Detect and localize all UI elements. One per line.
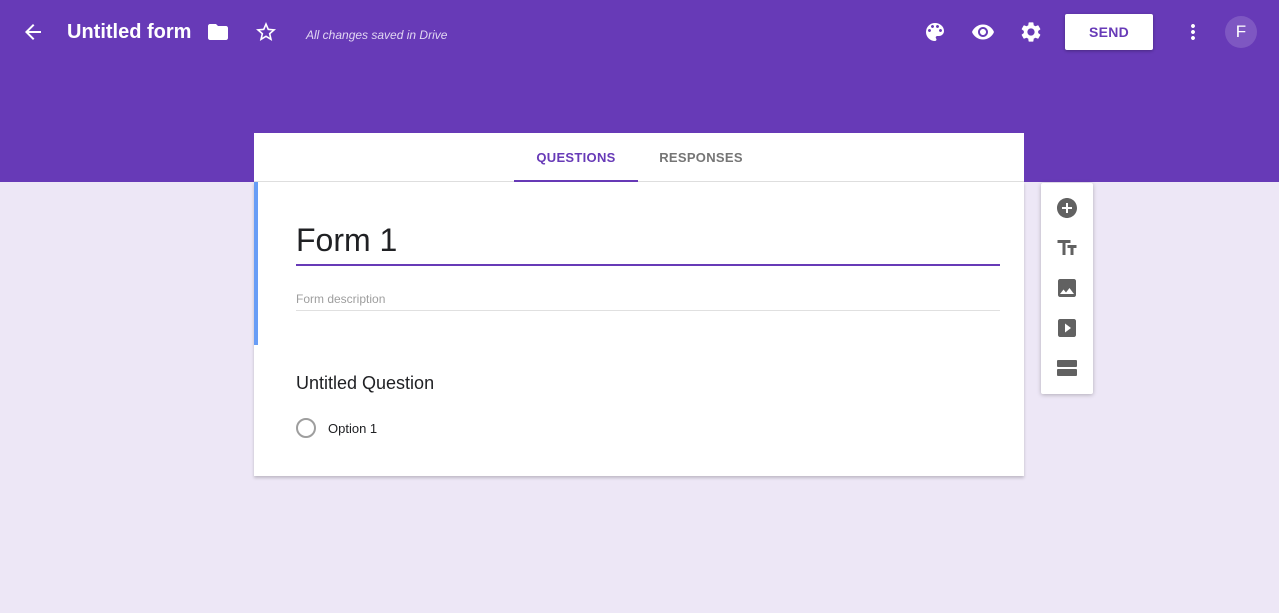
- save-status: All changes saved in Drive: [306, 28, 448, 42]
- back-button[interactable]: [13, 12, 53, 52]
- add-circle-icon: [1057, 198, 1077, 218]
- image-icon: [1058, 279, 1076, 297]
- title-icon: [1057, 240, 1077, 255]
- star-button[interactable]: [246, 12, 286, 52]
- section-icon: [1057, 360, 1077, 376]
- add-video-button[interactable]: [1047, 308, 1087, 348]
- option-item: Option 1: [296, 416, 377, 440]
- form-description-input[interactable]: [296, 288, 1000, 311]
- top-app-bar: Untitled form All changes saved in Drive: [0, 0, 1279, 64]
- radio-button[interactable]: [296, 418, 316, 438]
- folder-icon: [208, 24, 228, 40]
- tab-questions[interactable]: QUESTIONS: [514, 133, 638, 182]
- form-title-input[interactable]: [296, 216, 1000, 266]
- video-icon: [1058, 319, 1076, 337]
- add-title-button[interactable]: [1047, 228, 1087, 268]
- side-toolbar: [1041, 183, 1093, 394]
- active-section-indicator: [254, 182, 258, 345]
- tab-responses[interactable]: RESPONSES: [648, 133, 754, 181]
- add-section-button[interactable]: [1047, 348, 1087, 388]
- avatar[interactable]: F: [1225, 16, 1257, 48]
- form-name[interactable]: Untitled form: [67, 18, 191, 46]
- arrow-back-icon: [25, 24, 41, 40]
- eye-icon: [972, 24, 994, 40]
- tab-bar: QUESTIONS RESPONSES: [254, 133, 1024, 182]
- question-title[interactable]: Untitled Question: [296, 370, 434, 396]
- option-label[interactable]: Option 1: [328, 421, 377, 436]
- more-options-button[interactable]: [1173, 12, 1213, 52]
- send-button[interactable]: SEND: [1065, 14, 1153, 50]
- add-image-button[interactable]: [1047, 268, 1087, 308]
- move-to-folder-button[interactable]: [198, 12, 238, 52]
- more-vert-icon: [1191, 24, 1195, 40]
- star-outline-icon: [256, 22, 276, 41]
- customize-theme-button[interactable]: [915, 12, 955, 52]
- preview-button[interactable]: [963, 12, 1003, 52]
- form-card: Untitled Question Option 1: [254, 182, 1024, 476]
- add-question-button[interactable]: [1047, 188, 1087, 228]
- palette-icon: [926, 23, 944, 41]
- gear-icon: [1021, 22, 1041, 42]
- settings-button[interactable]: [1011, 12, 1051, 52]
